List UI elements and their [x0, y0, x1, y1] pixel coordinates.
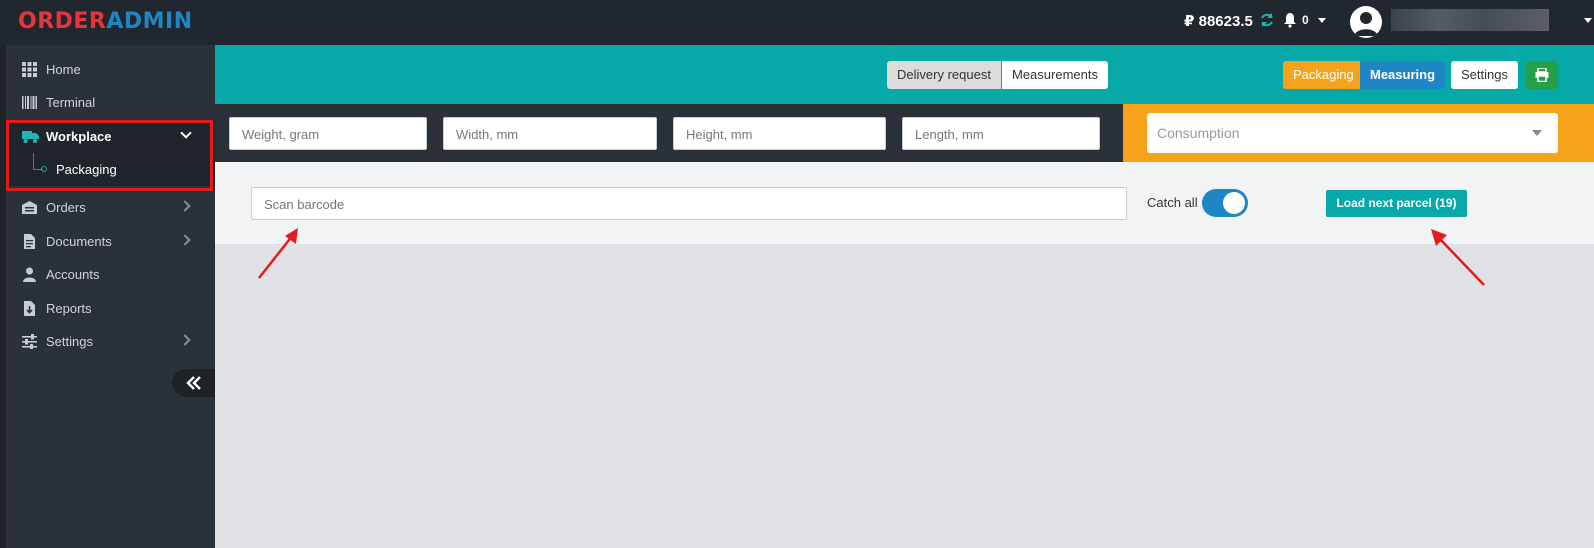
length-field[interactable]: Length, mm [902, 117, 1100, 150]
chevron-right-icon [179, 200, 191, 212]
consumption-select[interactable]: Consumption [1147, 113, 1558, 153]
refresh-icon[interactable] [1259, 12, 1275, 28]
user-menu-chevron-down-icon[interactable] [1584, 18, 1592, 23]
measuring-button[interactable]: Measuring [1360, 61, 1446, 89]
settings-button[interactable]: Settings [1451, 61, 1518, 89]
tab-delivery-request[interactable]: Delivery request [887, 61, 1001, 89]
catch-all-label: Catch all [1147, 195, 1198, 210]
user-avatar-icon [1354, 12, 1378, 36]
width-field[interactable]: Width, mm [443, 117, 657, 150]
print-button[interactable] [1526, 61, 1558, 89]
weight-field[interactable]: Weight, gram [229, 117, 427, 150]
double-chevron-left-icon [186, 376, 201, 390]
notification-count: 0 [1302, 13, 1309, 27]
collapse-sidebar-button[interactable] [172, 369, 215, 397]
chevron-right-icon [179, 234, 191, 246]
sidebar-item-terminal[interactable]: Terminal [6, 86, 215, 119]
sidebar-item-reports[interactable]: Reports [6, 292, 215, 325]
bell-icon[interactable] [1283, 12, 1297, 28]
sidebar-item-documents[interactable]: Documents [6, 225, 215, 258]
notifications-chevron-down-icon[interactable] [1318, 18, 1326, 23]
height-field[interactable]: Height, mm [673, 117, 886, 150]
avatar[interactable] [1350, 6, 1382, 38]
app-logo[interactable]: ORDERADMIN [18, 9, 193, 34]
catch-all-toggle[interactable] [1202, 189, 1248, 217]
printer-icon [1535, 68, 1549, 82]
toggle-knob [1223, 192, 1245, 214]
packaging-button[interactable]: Packaging [1283, 61, 1364, 89]
annotation-arrow-icon [1431, 229, 1485, 286]
sidebar-item-settings[interactable]: Settings [6, 325, 215, 358]
download-file-icon [24, 301, 35, 316]
scan-barcode-input[interactable]: Scan barcode [251, 187, 1127, 220]
sidebar-item-accounts[interactable]: Accounts [6, 258, 215, 291]
sliders-icon [22, 334, 37, 349]
measurement-bar: Weight, gram Width, mm Height, mm Length… [215, 104, 1123, 162]
load-next-parcel-button[interactable]: Load next parcel (19) [1326, 190, 1467, 217]
sidebar-item-home[interactable]: Home [6, 53, 215, 86]
user-icon [23, 267, 36, 282]
barcode-icon [22, 96, 37, 109]
chevron-right-icon [179, 334, 191, 346]
tab-measurements[interactable]: Measurements [1002, 61, 1108, 89]
annotation-arrow-icon [258, 228, 298, 279]
grid-icon [22, 62, 37, 77]
warehouse-icon [22, 201, 37, 214]
toolbar: Delivery request Measurements Packaging … [215, 45, 1594, 104]
sidebar-item-orders[interactable]: Orders [6, 191, 215, 224]
username-redacted[interactable] [1391, 9, 1549, 31]
account-balance: ₽ 88623.5 [1184, 13, 1253, 30]
chevron-down-icon [1532, 130, 1542, 136]
document-icon [24, 234, 35, 249]
top-bar: ORDERADMIN ₽ 88623.5 0 [0, 0, 1594, 45]
highlight-box-workplace [6, 120, 213, 191]
